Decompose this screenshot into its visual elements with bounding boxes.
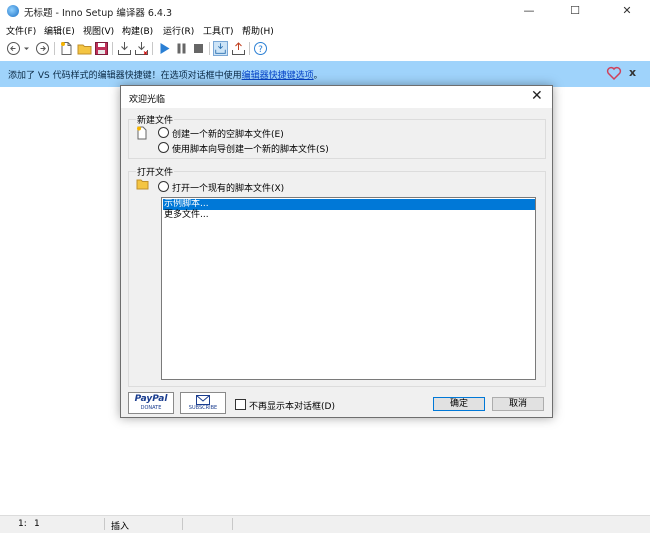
cancel-button[interactable]: 取消 <box>492 397 544 411</box>
dropdown-icon[interactable] <box>22 41 31 56</box>
notification-banner: 添加了 VS 代码样式的编辑器快捷键！在选项对话框中使用编辑器快捷键选项。 x <box>0 61 650 87</box>
new-empty-script-option[interactable]: 创建一个新的空脚本文件(E) <box>158 127 284 140</box>
minimize-button[interactable]: — <box>506 0 552 22</box>
dont-show-again-checkbox[interactable]: 不再显示本对话框(D) <box>235 399 335 412</box>
status-bar: 1: 1 插入 <box>0 515 650 533</box>
app-icon <box>7 5 19 17</box>
menu-run[interactable]: 运行(R) <box>163 24 194 37</box>
list-item[interactable]: 更多文件... <box>163 210 535 221</box>
menu-help[interactable]: 帮助(H) <box>242 24 274 37</box>
dialog-title: 欢迎光临 <box>129 95 166 105</box>
recent-files-list[interactable]: 示例脚本... 更多文件... <box>161 197 536 380</box>
checkbox[interactable] <box>235 399 246 410</box>
status-line: 1: <box>18 519 27 529</box>
subscribe-label: SUBSCRIBE <box>188 405 218 411</box>
menu-view[interactable]: 视图(V) <box>83 24 114 37</box>
maximize-button[interactable]: ☐ <box>552 0 598 22</box>
new-file-group-label: 新建文件 <box>136 113 175 126</box>
back-icon[interactable] <box>6 41 21 56</box>
compile-icon[interactable] <box>117 41 132 56</box>
paypal-donate-button[interactable]: PayPal DONATE <box>128 392 174 414</box>
help-icon[interactable]: ? <box>253 41 268 56</box>
checkbox-label: 不再显示本对话框(D) <box>249 402 335 412</box>
close-button[interactable]: ✕ <box>604 0 650 22</box>
open-file-group-label: 打开文件 <box>136 165 175 178</box>
dialog-close-button[interactable]: ✕ <box>531 88 543 104</box>
banner-text: 添加了 VS 代码样式的编辑器快捷键！在选项对话框中使用 <box>8 71 242 81</box>
banner-message: 添加了 VS 代码样式的编辑器快捷键！在选项对话框中使用编辑器快捷键选项。 <box>8 68 323 81</box>
list-item[interactable]: 示例脚本... <box>163 199 535 210</box>
radio-button[interactable] <box>158 181 169 192</box>
menu-bar: 文件(F) 编辑(E) 视图(V) 构建(B) 运行(R) 工具(T) 帮助(H… <box>0 22 650 38</box>
menu-edit[interactable]: 编辑(E) <box>44 24 75 37</box>
script-wizard-option[interactable]: 使用脚本向导创建一个新的脚本文件(S) <box>158 142 329 155</box>
menu-file[interactable]: 文件(F) <box>6 24 36 37</box>
stop-compile-icon[interactable] <box>134 41 149 56</box>
radio-button[interactable] <box>158 142 169 153</box>
new-file-icon <box>137 126 147 140</box>
option-label: 打开一个现有的脚本文件(X) <box>172 184 285 194</box>
status-column: 1 <box>34 519 40 529</box>
pause-icon[interactable] <box>174 41 189 56</box>
upload-icon[interactable] <box>231 41 246 56</box>
welcome-dialog: 欢迎光临 ✕ 新建文件 创建一个新的空脚本文件(E) 使用脚本向导创建一个新的脚… <box>120 85 553 418</box>
status-mode: 插入 <box>111 522 130 532</box>
option-label: 创建一个新的空脚本文件(E) <box>172 130 284 140</box>
ok-button[interactable]: 确定 <box>433 397 485 411</box>
open-existing-script-option[interactable]: 打开一个现有的脚本文件(X) <box>158 181 284 194</box>
new-file-icon[interactable] <box>59 41 74 56</box>
paypal-logo: PayPal <box>134 394 168 404</box>
subscribe-button[interactable]: SUBSCRIBE <box>180 392 226 414</box>
menu-tools[interactable]: 工具(T) <box>203 24 234 37</box>
open-folder-icon <box>136 179 149 190</box>
dialog-title-bar: 欢迎光临 ✕ <box>121 86 552 108</box>
debug-icon[interactable] <box>213 41 228 56</box>
banner-suffix: 。 <box>313 71 323 81</box>
envelope-icon <box>196 395 210 405</box>
radio-button[interactable] <box>158 127 169 138</box>
banner-close-button[interactable]: x <box>629 66 636 79</box>
banner-link[interactable]: 编辑器快捷键选项 <box>242 71 314 81</box>
open-folder-icon[interactable] <box>77 41 92 56</box>
paypal-donate-label: DONATE <box>140 405 162 411</box>
terminate-icon[interactable] <box>191 41 206 56</box>
option-label: 使用脚本向导创建一个新的脚本文件(S) <box>172 145 329 155</box>
forward-icon[interactable] <box>35 41 50 56</box>
window-title: 无标题 - Inno Setup 编译器 6.4.3 <box>24 8 173 19</box>
save-icon[interactable] <box>94 41 109 56</box>
heart-icon[interactable] <box>606 65 622 81</box>
toolbar: ? <box>0 38 650 60</box>
title-bar: 无标题 - Inno Setup 编译器 6.4.3 — ☐ ✕ <box>0 0 650 22</box>
svg-text:?: ? <box>258 45 263 55</box>
run-icon[interactable] <box>157 41 172 56</box>
menu-build[interactable]: 构建(B) <box>122 24 153 37</box>
